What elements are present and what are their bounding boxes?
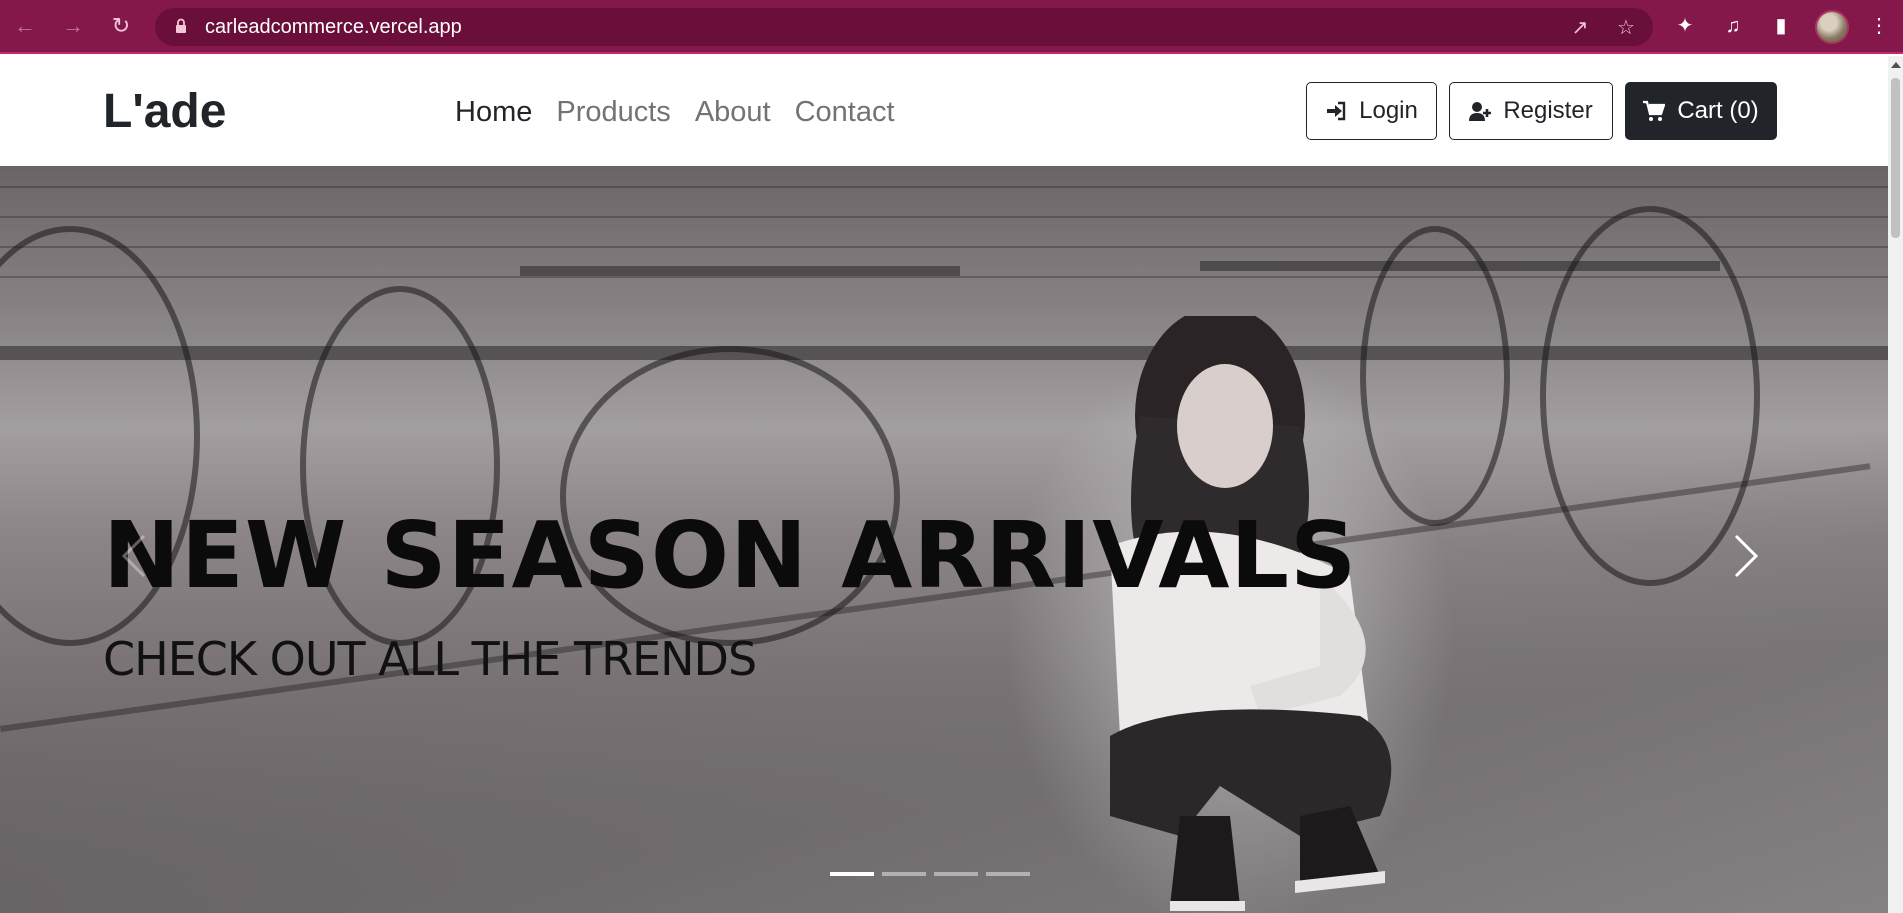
hero-carousel: NEW SEASON ARRIVALS CHECK OUT ALL THE TR… xyxy=(0,166,1888,913)
back-icon[interactable]: ← xyxy=(12,12,38,40)
nav-products[interactable]: Products xyxy=(556,94,670,130)
reload-icon[interactable]: ↻ xyxy=(108,12,134,40)
hero-subtitle: CHECK OUT ALL THE TRENDS xyxy=(103,632,757,686)
carousel-next-button[interactable] xyxy=(1716,516,1776,596)
register-button[interactable]: Register xyxy=(1449,82,1613,140)
star-icon[interactable]: ☆ xyxy=(1615,17,1637,39)
cart-icon xyxy=(1643,100,1666,121)
address-bar[interactable]: carleadcommerce.vercel.app ↗ ☆ xyxy=(155,8,1653,46)
carousel-indicators xyxy=(830,872,1030,876)
user-plus-icon xyxy=(1469,102,1492,121)
browser-toolbar: ← → ↻ carleadcommerce.vercel.app ↗ ☆ ✦ ♫… xyxy=(0,0,1903,54)
brand-logo[interactable]: L'ade xyxy=(103,84,226,140)
main-menu: Home Products About Contact xyxy=(455,94,895,130)
carousel-indicator[interactable] xyxy=(934,872,978,876)
scrollbar-thumb[interactable] xyxy=(1891,78,1900,238)
cart-button[interactable]: Cart (0) xyxy=(1625,82,1777,140)
lock-icon xyxy=(176,18,186,33)
side-panel-icon[interactable]: ▮ xyxy=(1768,13,1794,39)
register-label: Register xyxy=(1503,97,1593,124)
login-label: Login xyxy=(1359,97,1418,124)
web-page: L'ade Home Products About Contact Login … xyxy=(0,56,1888,913)
carousel-indicator[interactable] xyxy=(830,872,874,876)
url-text: carleadcommerce.vercel.app xyxy=(205,16,462,38)
carousel-indicator[interactable] xyxy=(986,872,1030,876)
nav-contact[interactable]: Contact xyxy=(795,94,895,130)
site-navbar: L'ade Home Products About Contact Login … xyxy=(0,56,1888,166)
share-icon[interactable]: ↗ xyxy=(1569,17,1591,39)
page-scrollbar[interactable] xyxy=(1888,56,1903,913)
media-icon[interactable]: ♫ xyxy=(1720,13,1746,39)
profile-avatar[interactable] xyxy=(1815,10,1849,44)
carousel-indicator[interactable] xyxy=(882,872,926,876)
scroll-up-icon[interactable] xyxy=(1891,62,1901,68)
carousel-prev-button[interactable] xyxy=(104,516,164,596)
forward-icon[interactable]: → xyxy=(60,12,86,40)
nav-about[interactable]: About xyxy=(695,94,771,130)
sign-in-icon xyxy=(1327,101,1346,121)
nav-home[interactable]: Home xyxy=(455,94,532,130)
chevron-left-icon xyxy=(121,534,146,578)
hero-title: NEW SEASON ARRIVALS xyxy=(103,502,1358,609)
cart-label: Cart (0) xyxy=(1677,97,1759,124)
menu-kebab-icon[interactable]: ⋮ xyxy=(1866,13,1892,39)
chevron-right-icon xyxy=(1734,534,1759,578)
extensions-icon[interactable]: ✦ xyxy=(1672,13,1698,39)
login-button[interactable]: Login xyxy=(1306,82,1437,140)
